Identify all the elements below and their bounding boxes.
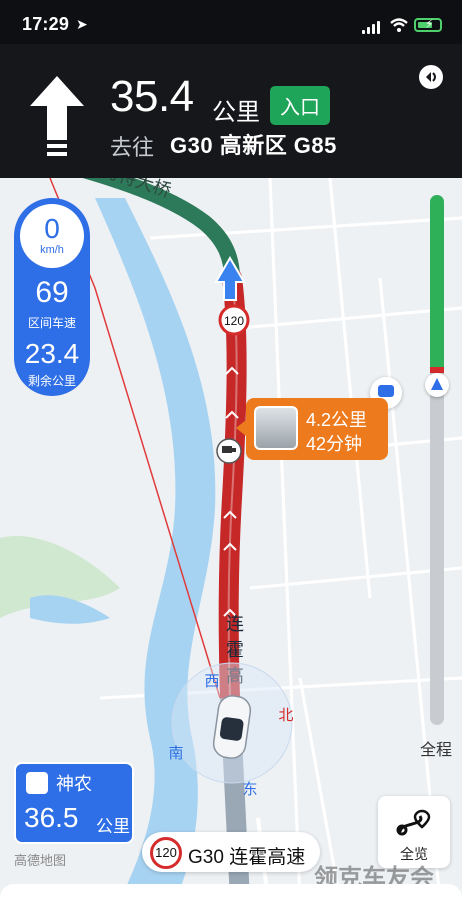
service-area-icon [26, 772, 48, 794]
navigation-header: 35.4 公里 入口 去往 G30 高新区 G85 [0, 44, 462, 178]
entrance-badge: 入口 [270, 86, 330, 125]
bottom-sheet[interactable] [0, 884, 462, 900]
remaining-distance-label: 剩余公里 [27, 374, 76, 388]
route-overview-icon [396, 809, 431, 836]
camera-time: 42分钟 [306, 434, 363, 454]
exit-distance-unit: 公里 [96, 817, 130, 836]
road-label-char-2: 霍 [226, 640, 244, 661]
current-speed: 0 [44, 213, 60, 244]
exit-name: 神农 [56, 774, 92, 794]
remaining-distance: 23.4 [24, 338, 80, 369]
exit-card[interactable]: 神农 36.5 公里 [14, 762, 134, 844]
compass-west: 西 [204, 672, 219, 690]
cellular-signal-icon [362, 20, 382, 34]
camera-distance: 4.2公里 [306, 410, 368, 430]
destination-road: G30 高新区 G85 [170, 133, 337, 158]
amap-logo: 高德地图 [14, 853, 67, 868]
road-label-char-1: 连 [226, 614, 244, 635]
average-speed: 69 [35, 276, 69, 309]
speed-limit-sign: 120 [150, 837, 182, 869]
full-route-label: 全程 [420, 742, 453, 759]
camera-thumbnail [254, 406, 298, 450]
speed-unit: km/h [40, 244, 64, 256]
compass-north: 北 [278, 706, 293, 724]
route-progress-bar [425, 195, 449, 725]
status-time: 17:29 [22, 14, 70, 34]
camera-alert-card[interactable]: 4.2公里 42分钟 [236, 398, 388, 460]
average-speed-label: 区间车速 [27, 316, 76, 330]
next-maneuver-distance: 35.4 [110, 72, 194, 121]
current-speed-gauge: 0 km/h [20, 204, 84, 268]
wifi-icon [390, 18, 408, 32]
straight-arrow-icon [30, 76, 84, 156]
route-speed-limit: 120 [224, 314, 244, 328]
distance-unit: 公里 [212, 99, 260, 126]
battery-charging-icon: ⚡ [414, 17, 442, 32]
current-road-pill: 120 G30 连霍高速 [142, 832, 320, 872]
exit-distance: 36.5 [24, 802, 79, 833]
compass-east: 东 [242, 780, 257, 798]
current-road-name: G30 连霍高速 [188, 847, 306, 868]
progress-position-icon [425, 373, 449, 397]
status-bar: 17:29 ➤ ⚡ [0, 0, 462, 44]
goto-label: 去往 [110, 135, 155, 160]
voice-broadcast-icon[interactable] [418, 64, 444, 90]
speed-panel: 0 km/h 69 区间车速 23.4 剩余公里 [14, 198, 90, 396]
compass-south: 南 [168, 744, 183, 762]
location-arrow-icon: ➤ [76, 16, 88, 32]
